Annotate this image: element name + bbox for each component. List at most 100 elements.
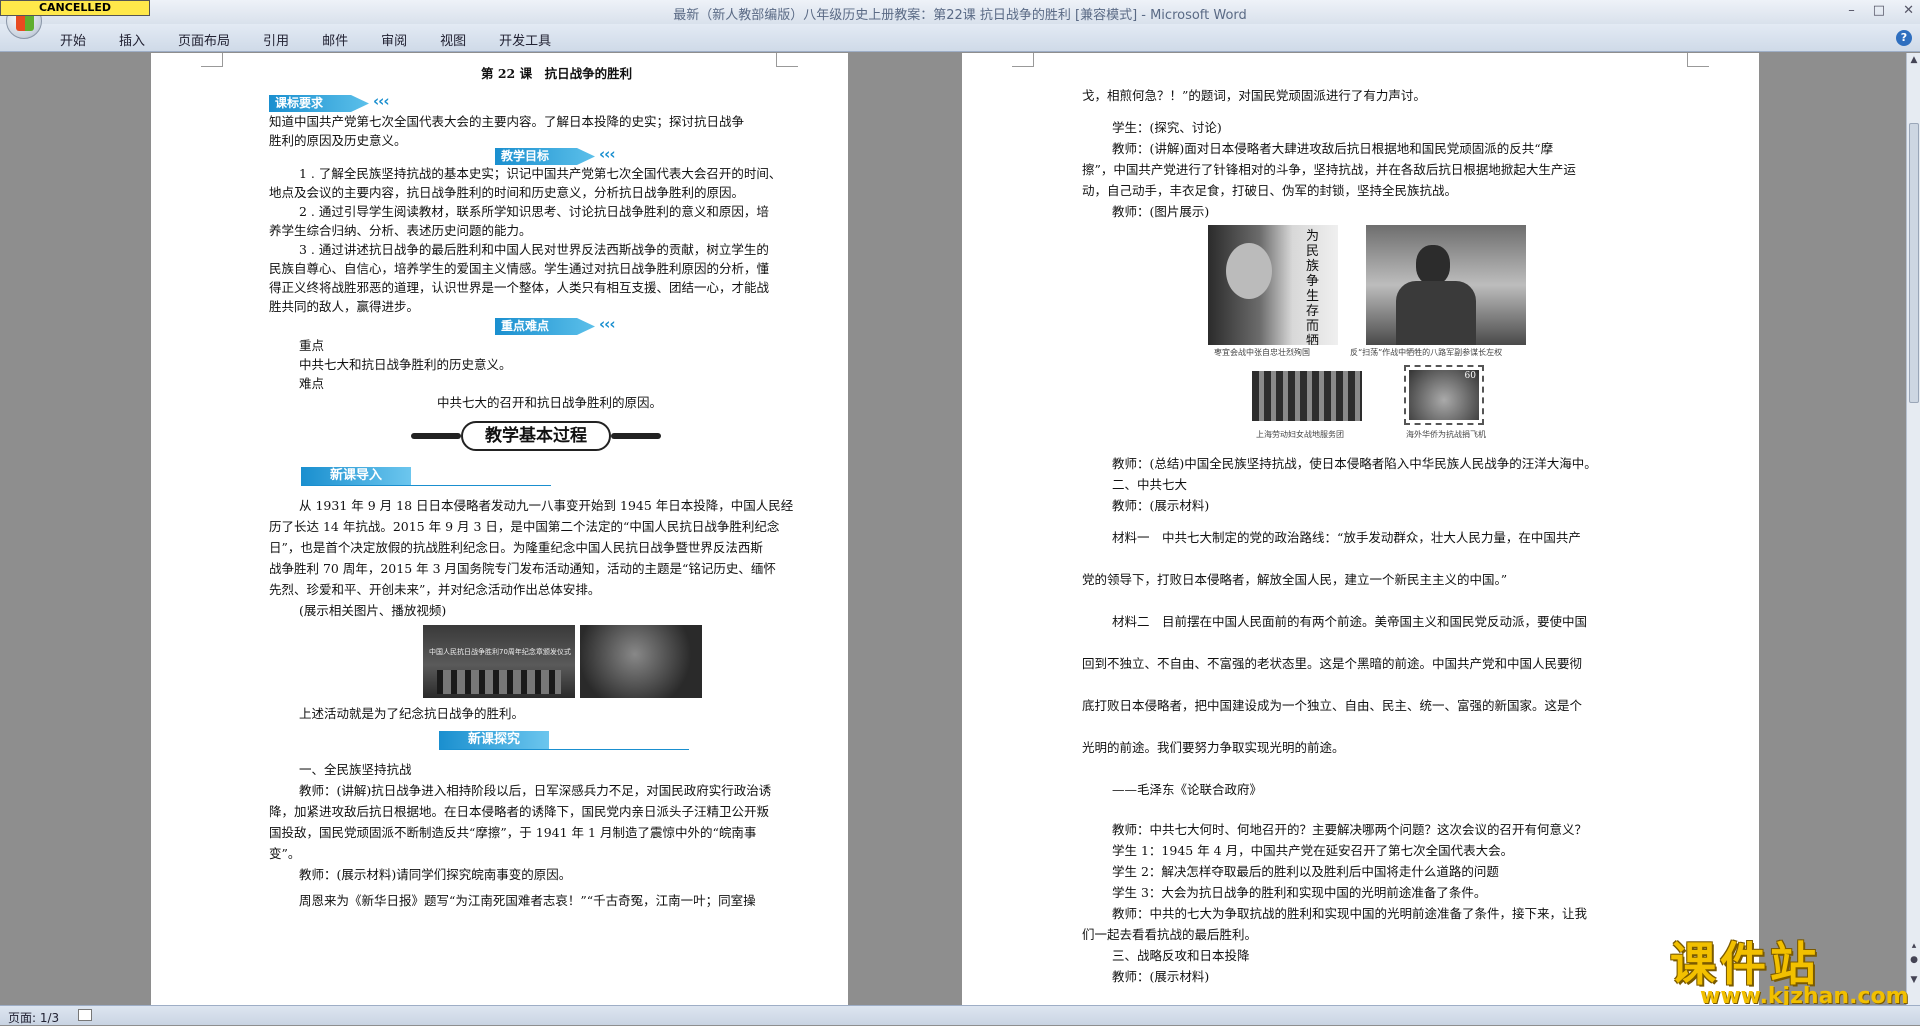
scroll-thumb[interactable]: [1909, 123, 1919, 403]
tab-references[interactable]: 引用: [263, 30, 289, 49]
scroll-down-icon[interactable]: ▼: [1908, 975, 1920, 987]
explore-line: 教师：(讲解)抗日战争进入相持阶段以后，日军深感兵力不足，对国民政府实行政治诱: [299, 783, 772, 798]
portrait-face: [1226, 243, 1272, 299]
banner-standard: 课标要求: [269, 95, 369, 112]
document-area: 第 22 课 抗日战争的胜利 课标要求 ‹‹‹ 知道中国共产党第七次全国代表大会…: [0, 53, 1906, 1005]
intro-line: 历了长达 14 年抗战。2015 年 9 月 3 日，是中国第二个法定的“中国人…: [269, 519, 780, 534]
browse-object-icon[interactable]: ●: [1908, 955, 1920, 967]
text-line: 教师：中共的七大为争取抗战的胜利和实现中国的光明前途准备了条件，接下来，让我: [1112, 906, 1588, 921]
medal-photo: [580, 625, 702, 698]
ribbon-tabs: 开始 插入 页面布局 引用 邮件 审阅 视图 开发工具: [60, 30, 584, 49]
text-line: 教师：(总结)中国全民族坚持抗战，使日本侵略者陷入中华民族人民战争的汪洋大海中。: [1112, 456, 1597, 471]
explore-line: 一、全民族坚持抗战: [299, 762, 412, 777]
document-page-1: 第 22 课 抗日战争的胜利 课标要求 ‹‹‹ 知道中国共产党第七次全国代表大会…: [151, 53, 848, 1005]
explore-line: 变”。: [269, 846, 301, 861]
tab-developer[interactable]: 开发工具: [499, 30, 551, 49]
text-line: 们一起去看看抗战的最后胜利。: [1082, 927, 1258, 942]
conclusion: 上述活动就是为了纪念抗日战争的胜利。: [299, 706, 525, 721]
text-line: 二、中共七大: [1112, 477, 1188, 492]
text-line: 学生 3：大会为抗日战争的胜利和实现中国的光明前途准备了条件。: [1112, 885, 1487, 900]
difficulty-label: 难点: [299, 376, 325, 391]
goal-line: 2 . 通过引导学生阅读教材，联系所学知识思考、讨论抗日战争胜利的意义和原因，培: [299, 204, 769, 219]
text-line: 三、战略反攻和日本投降: [1112, 948, 1250, 963]
lesson-title: 第 22 课 抗日战争的胜利: [481, 66, 633, 81]
section-underline: [439, 749, 689, 750]
watermark-logo: 课件站 www.kjzhan.com: [1670, 928, 1909, 1009]
status-bar: 页面: 1/3: [0, 1005, 1920, 1025]
caption: 上海劳动妇女战地服务团: [1256, 430, 1344, 439]
stamp-photo: 60: [1404, 365, 1484, 425]
text-line: 学生：(探究、讨论): [1112, 120, 1222, 135]
tab-view[interactable]: 视图: [440, 30, 466, 49]
standard-line: 知道中国共产党第七次全国代表大会的主要内容。了解日本投降的史实；探讨抗日战争: [269, 114, 745, 129]
goal-line: 地点及会议的主要内容，抗日战争胜利的时间和历史意义，分析抗日战争胜利的原因。: [269, 185, 745, 200]
scroll-up-icon[interactable]: ▲: [1908, 55, 1920, 67]
tab-insert[interactable]: 插入: [119, 30, 145, 49]
text-line: 动，自己动手，丰衣足食，打破日、伪军的封锁，坚持全民族抗战。: [1082, 183, 1458, 198]
window-title: 最新（新人教部编版）八年级历史上册教案：第22课 抗日战争的胜利 [兼容模式] …: [673, 8, 1247, 23]
ornament-right: [611, 433, 661, 439]
maximize-button[interactable]: □: [1873, 3, 1885, 18]
crop-mark: [1687, 53, 1709, 67]
calligraphy: 为民族争生存而牺牲: [1306, 229, 1320, 345]
vertical-scrollbar[interactable]: ▲ ▴ ● ▼: [1906, 53, 1920, 1005]
window-controls: – □ ✕: [1848, 3, 1914, 18]
text-line: 教师：(讲解)面对日本侵略者大肆进攻敌后抗日根据地和国民党顽固派的反共“摩: [1112, 141, 1554, 156]
standard-line: 胜利的原因及历史意义。: [269, 133, 407, 148]
goal-line: 民族自尊心、自信心，培养学生的爱国主义情感。学生通过对抗日战争胜利原因的分析，懂: [269, 261, 770, 276]
section-intro: 新课导入: [301, 467, 411, 485]
text-line: 学生 2：解决怎样夺取最后的胜利以及胜利后中国将走什么道路的问题: [1112, 864, 1499, 879]
goal-line: 得正义终将战胜邪恶的道理，认识世界是一个整体，人类只有相互支援、团结一心，才能战: [269, 280, 770, 295]
chevrons-icon: ‹‹‹: [373, 92, 390, 110]
material-line: 底打败日本侵略者，把中国建设成为一个独立、自由、民主、统一、富强的新国家。这是个: [1082, 698, 1583, 713]
prev-page-icon[interactable]: ▴: [1908, 941, 1920, 953]
process-title: 教学基本过程: [461, 421, 611, 451]
caption: 枣宜会战中张自忠壮烈殉国: [1214, 348, 1310, 357]
chevrons-icon: ‹‹‹: [599, 315, 616, 333]
key-text: 中共七大和抗日战争胜利的历史意义。: [299, 357, 512, 372]
stamp-value: 60: [1464, 371, 1476, 381]
difficulty-text: 中共七大的召开和抗日战争胜利的原因。: [437, 395, 663, 410]
text-line: 教师：中共七大何时、何地召开的？主要解决哪两个问题？这次会议的召开有何意义？: [1112, 822, 1588, 837]
key-label: 重点: [299, 338, 325, 353]
crop-mark: [1012, 53, 1034, 67]
help-icon[interactable]: ?: [1896, 30, 1912, 46]
goal-line: 胜共同的敌人，赢得进步。: [269, 299, 420, 314]
intro-line: 日”，也是首个决定放假的抗战胜利纪念日。为隆重纪念中国人民抗日战争暨世界反法西斯: [269, 540, 763, 555]
goal-line: 1 . 了解全民族坚持抗战的基本史实；识记中国共产党第七次全国代表大会召开的时间…: [299, 166, 782, 181]
page-indicator[interactable]: 页面: 1/3: [8, 1009, 59, 1026]
text-line: 学生 1：1945 年 4 月，中国共产党在延安召开了第七次全国代表大会。: [1112, 843, 1514, 858]
close-button[interactable]: ✕: [1903, 3, 1914, 18]
tab-page-layout[interactable]: 页面布局: [178, 30, 230, 49]
proofing-icon[interactable]: [78, 1009, 92, 1021]
explore-line: 教师：(展示材料)请同学们探究皖南事变的原因。: [299, 867, 572, 882]
zhang-zizhong-photo: 为民族争生存而牺牲: [1208, 225, 1338, 345]
intro-line: 战争胜利 70 周年，2015 年 3 月国务院专门发布活动通知，活动的主题是“…: [269, 561, 776, 576]
material-line: 材料一 中共七大制定的党的政治路线：“放手发动群众，壮大人民力量，在中国共产: [1112, 530, 1581, 545]
minimize-button[interactable]: –: [1848, 3, 1855, 18]
caption: 海外华侨为抗战捐飞机: [1406, 430, 1486, 439]
section-explore: 新课探究: [439, 731, 549, 749]
tab-home[interactable]: 开始: [60, 30, 86, 49]
soldier-body: [1396, 281, 1476, 345]
show-media: (展示相关图片、播放视频): [299, 603, 447, 618]
text-line: 擦”，中国共产党进行了针锋相对的斗争，坚持抗战，并在各敌后抗日根据地掀起大生产运: [1082, 162, 1576, 177]
document-page-2: 戈，相煎何急？！”的题词，对国民党顽固派进行了有力声讨。 学生：(探究、讨论) …: [962, 53, 1759, 1005]
soldier-head: [1416, 245, 1450, 285]
zuo-quan-photo: [1366, 225, 1526, 345]
ornament-left: [411, 433, 461, 439]
tab-review[interactable]: 审阅: [381, 30, 407, 49]
chevrons-icon: ‹‹‹: [599, 145, 616, 163]
banner-key: 重点难点: [495, 318, 595, 335]
material-source: ——毛泽东《论联合政府》: [1112, 782, 1263, 797]
tab-mailings[interactable]: 邮件: [322, 30, 348, 49]
text-line: 教师：(展示材料): [1112, 969, 1210, 984]
explore-line: 周恩来为《新华日报》题写“为江南死国难者志哀！”“千古奇冤，江南一叶；同室操: [299, 893, 756, 908]
explore-line: 国投敌，国民党顽固派不断制造反共“摩擦”，于 1941 年 1 月制造了震惊中外…: [269, 825, 757, 840]
text-line: 教师：(展示材料): [1112, 498, 1210, 513]
crop-mark: [201, 53, 223, 67]
intro-line: 先烈、珍爱和平、开创未来”，并对纪念活动作出总体安排。: [269, 582, 601, 597]
goal-line: 3 . 通过讲述抗日战争的最后胜利和中国人民对世界反法西斯战争的贡献，树立学生的: [299, 242, 769, 257]
material-line: 回到不独立、不自由、不富强的老状态里。这是个黑暗的前途。中国共产党和中国人民要彻: [1082, 656, 1583, 671]
title-bar: 最新（新人教部编版）八年级历史上册教案：第22课 抗日战争的胜利 [兼容模式] …: [0, 0, 1920, 24]
